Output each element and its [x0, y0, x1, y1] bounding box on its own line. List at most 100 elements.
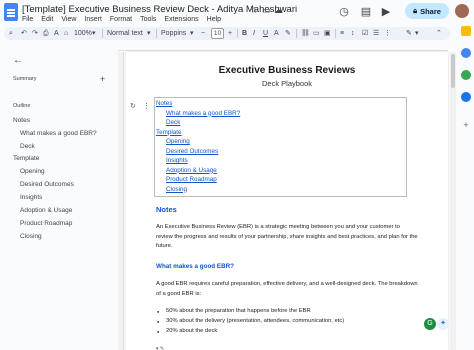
font-select[interactable]: Poppins [161, 27, 186, 40]
edit-mode-icon[interactable]: ✎ [406, 27, 412, 40]
share-button[interactable]: 🔒︎ Share [405, 3, 449, 19]
increase-font-icon[interactable]: + [228, 27, 232, 40]
summary-label: Summary [13, 76, 37, 82]
decrease-font-icon[interactable]: − [201, 27, 205, 40]
docs-logo-icon[interactable] [4, 3, 18, 21]
avatar[interactable] [455, 4, 469, 18]
chevron-down-icon: ▾ [147, 30, 151, 37]
notes-paragraph: An Executive Business Review (EBR) is a … [156, 224, 418, 250]
toc-link-product-roadmap[interactable]: Product Roadmap [166, 176, 217, 183]
outline-item-product-roadmap[interactable]: Product Roadmap [20, 220, 72, 227]
toc-link-insights[interactable]: Insights [166, 157, 188, 164]
document-heading: Executive Business Reviews [218, 65, 356, 76]
divider [102, 29, 103, 38]
toc-link-closing[interactable]: Closing [166, 186, 187, 193]
cloud-status-icon[interactable]: ☁ [274, 5, 283, 16]
style-select[interactable]: Normal text [107, 27, 143, 40]
keep-icon[interactable] [461, 26, 471, 36]
outline-item-desired-outcomes[interactable]: Desired Outcomes [20, 181, 74, 188]
menu-tools[interactable]: Tools [140, 16, 156, 23]
chevron-up-icon[interactable]: ⌃ [436, 27, 442, 40]
menu-format[interactable]: Format [110, 16, 132, 23]
add-summary-icon[interactable]: + [100, 74, 105, 84]
outline-item-deck[interactable]: Deck [20, 143, 35, 150]
outline-item-template[interactable]: Template [13, 155, 39, 162]
font-size-input[interactable]: 10 [211, 28, 224, 39]
outline-item-insights[interactable]: Insights [20, 194, 42, 201]
highlight-icon[interactable]: ✎ [285, 27, 291, 40]
outline-item-notes[interactable]: Notes [13, 117, 30, 124]
outline-item-good-ebr[interactable]: What makes a good EBR? [20, 130, 97, 137]
list-item: 50% about the preparation that happens b… [157, 308, 311, 314]
zoom-select[interactable]: 100% [74, 27, 92, 40]
toc-link-opening[interactable]: Opening [166, 138, 190, 145]
checklist-icon[interactable]: ☑ [362, 27, 368, 40]
menu-help[interactable]: Help [207, 16, 221, 23]
outline-label: Outline [13, 103, 31, 109]
redo-icon[interactable]: ↷ [32, 27, 38, 40]
vertical-ruler[interactable] [118, 52, 124, 350]
menu-bar: File Edit View Insert Format Tools Exten… [22, 16, 221, 23]
outline-item-closing[interactable]: Closing [20, 233, 42, 240]
star-icon[interactable]: ☆ [250, 5, 258, 16]
chevron-down-icon: ▾ [92, 30, 96, 37]
toc-link-good-ebr[interactable]: What makes a good EBR? [166, 110, 240, 117]
move-folder-icon[interactable]: ▭ [262, 5, 271, 16]
chevron-down-icon: ▾ [190, 30, 194, 37]
italic-icon[interactable]: I [253, 27, 255, 40]
bullet-list-icon[interactable]: ☰ [373, 27, 379, 40]
link-icon[interactable]: ⛓ [301, 27, 310, 40]
scroll-thumb[interactable] [451, 54, 455, 88]
toc-more-icon[interactable]: ⋮ [143, 102, 150, 110]
menu-view[interactable]: View [61, 16, 76, 23]
tasks-icon[interactable] [461, 48, 471, 58]
line-spacing-icon[interactable]: ↕ [351, 27, 355, 40]
explore-icon[interactable]: ✦ [437, 318, 449, 330]
document-page[interactable]: Executive Business Reviews Deck Playbook… [126, 52, 448, 350]
bold-icon[interactable]: B [242, 27, 247, 40]
divider [237, 29, 238, 38]
undo-icon[interactable]: ↶ [21, 27, 27, 40]
ebr-paragraph: A good EBR requires careful preparation,… [156, 281, 418, 297]
grammarly-icon[interactable]: G [424, 318, 436, 330]
toc-link-desired-outcomes[interactable]: Desired Outcomes [166, 148, 218, 155]
add-on-plus-icon[interactable]: + [461, 120, 471, 130]
text-color-icon[interactable]: A [274, 27, 279, 40]
paint-format-icon[interactable]: ⌂ [64, 27, 68, 40]
search-menus-icon[interactable]: ⌕ [9, 27, 13, 40]
outline-item-adoption-usage[interactable]: Adoption & Usage [20, 207, 72, 214]
lock-icon: 🔒︎ [413, 6, 418, 15]
document-subheading: Deck Playbook [261, 79, 313, 88]
meet-icon[interactable]: ▶ [378, 4, 394, 20]
underline-icon[interactable]: U [263, 27, 268, 40]
more-icon[interactable]: ⋮ [384, 27, 391, 40]
scrollbar[interactable] [450, 52, 456, 350]
toc-link-deck[interactable]: Deck [166, 119, 180, 126]
contacts-icon[interactable] [461, 70, 471, 80]
spellcheck-icon[interactable]: A [54, 27, 59, 40]
outline-item-opening[interactable]: Opening [20, 168, 45, 175]
menu-edit[interactable]: Edit [41, 16, 53, 23]
comment-icon[interactable]: ▭ [313, 27, 320, 40]
maps-icon[interactable] [461, 92, 471, 102]
back-arrow-icon[interactable]: ← [13, 55, 23, 66]
align-icon[interactable]: ≡ [340, 27, 344, 40]
toc-link-template[interactable]: Template [156, 129, 182, 136]
horizontal-ruler[interactable] [118, 45, 448, 51]
document-outline-panel: ← Summary + Outline Notes What makes a g… [0, 45, 116, 350]
toc-link-notes[interactable]: Notes [156, 100, 172, 107]
menu-file[interactable]: File [22, 16, 33, 23]
list-item: 30% about the delivery (presentation, at… [157, 318, 344, 324]
divider [335, 29, 336, 38]
cursor-marker: ▾ ✎ [156, 346, 165, 350]
menu-insert[interactable]: Insert [84, 16, 102, 23]
refresh-toc-icon[interactable]: ↻ [130, 102, 136, 110]
toc-link-adoption-usage[interactable]: Adoption & Usage [166, 167, 217, 174]
divider [296, 29, 297, 38]
history-icon[interactable]: ◷ [336, 4, 352, 20]
subheading-good-ebr: What makes a good EBR? [156, 263, 235, 270]
print-icon[interactable]: ⎙ [43, 27, 49, 40]
image-icon[interactable]: ▣ [324, 27, 331, 40]
comments-icon[interactable]: ▤ [358, 4, 374, 20]
menu-extensions[interactable]: Extensions [164, 16, 198, 23]
